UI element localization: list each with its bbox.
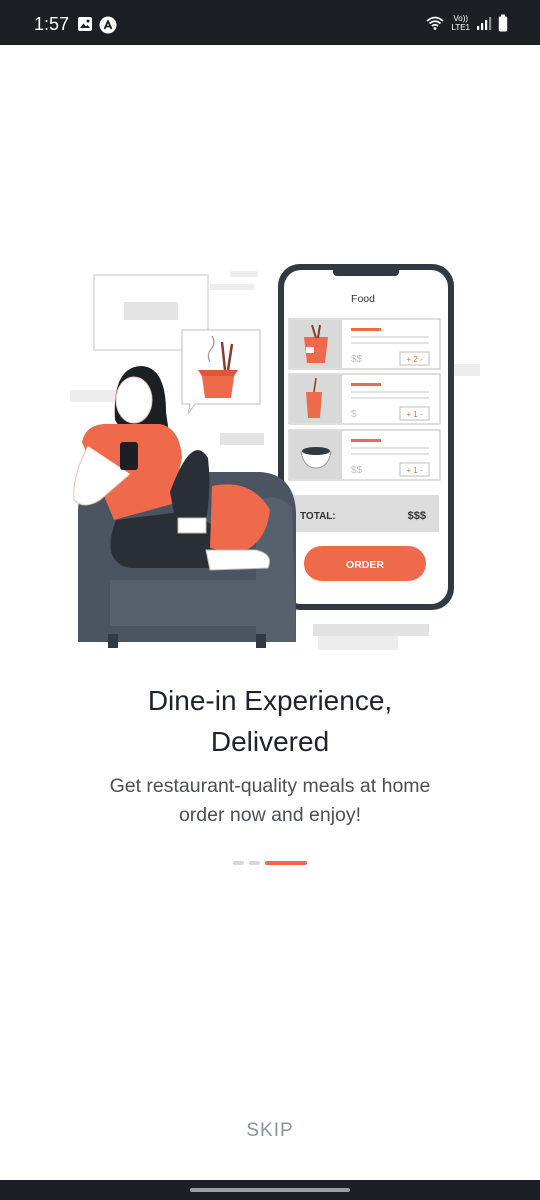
title-line-1: Dine-in Experience, — [147, 685, 393, 716]
status-time: 1:57 — [34, 14, 70, 34]
network-type: Vo)) LTE1 — [451, 14, 470, 32]
onboarding-subtitle: Get restaurant-quality meals at home ord… — [0, 772, 540, 830]
title-line-2: Delivered — [210, 726, 330, 757]
total-label: TOTAL: — [300, 511, 336, 522]
app-notification-icon — [99, 16, 117, 34]
menu-item-1: $$ + 2 - — [288, 318, 441, 370]
total-value: $$$ — [408, 510, 426, 522]
signal-icon — [477, 17, 492, 30]
skip-button[interactable]: SKIP — [0, 1120, 540, 1142]
menu-item-3-qty: + 1 - — [406, 466, 423, 475]
status-bar: 1:57 Vo)) LTE1 — [0, 0, 540, 45]
gallery-icon — [78, 17, 92, 31]
menu-item-2-qty: + 1 - — [406, 410, 423, 419]
subtitle-line-1: Get restaurant-quality meals at home — [109, 775, 431, 797]
subtitle-line-2: order now and enjoy! — [178, 804, 362, 826]
phone-header: Food — [351, 293, 375, 305]
status-left-icons — [77, 16, 117, 34]
home-gesture-handle[interactable] — [190, 1188, 350, 1192]
menu-item-1-qty: + 2 - — [406, 355, 423, 364]
navigation-bar — [0, 1180, 540, 1200]
status-right-icons: Vo)) LTE1 — [425, 14, 508, 32]
network-volte-label: Vo)) — [453, 14, 469, 23]
network-lte-label: LTE1 — [451, 23, 470, 32]
page-dot-2 — [249, 861, 260, 865]
phone-mockup: Food $$ + 2 - $ + 1 - $$ + 1 - TOTAL: $$… — [278, 264, 454, 610]
page-indicator — [233, 861, 307, 865]
battery-icon — [498, 14, 508, 32]
speech-bubble — [181, 329, 261, 415]
page-dot-3-active — [265, 861, 307, 865]
onboarding-illustration: Food $$ + 2 - $ + 1 - $$ + 1 - TOTAL: $$… — [70, 264, 480, 650]
order-label: ORDER — [346, 559, 384, 571]
menu-item-3-price: $$ — [351, 465, 363, 476]
menu-item-2: $ + 1 - — [288, 373, 441, 425]
menu-item-1-price: $$ — [351, 354, 363, 365]
menu-item-2-price: $ — [351, 409, 357, 420]
wifi-icon — [426, 16, 445, 30]
onboarding-title: Dine-in Experience, Delivered — [0, 680, 540, 762]
menu-item-3: $$ + 1 - — [288, 429, 441, 481]
page-dot-1 — [233, 861, 244, 865]
